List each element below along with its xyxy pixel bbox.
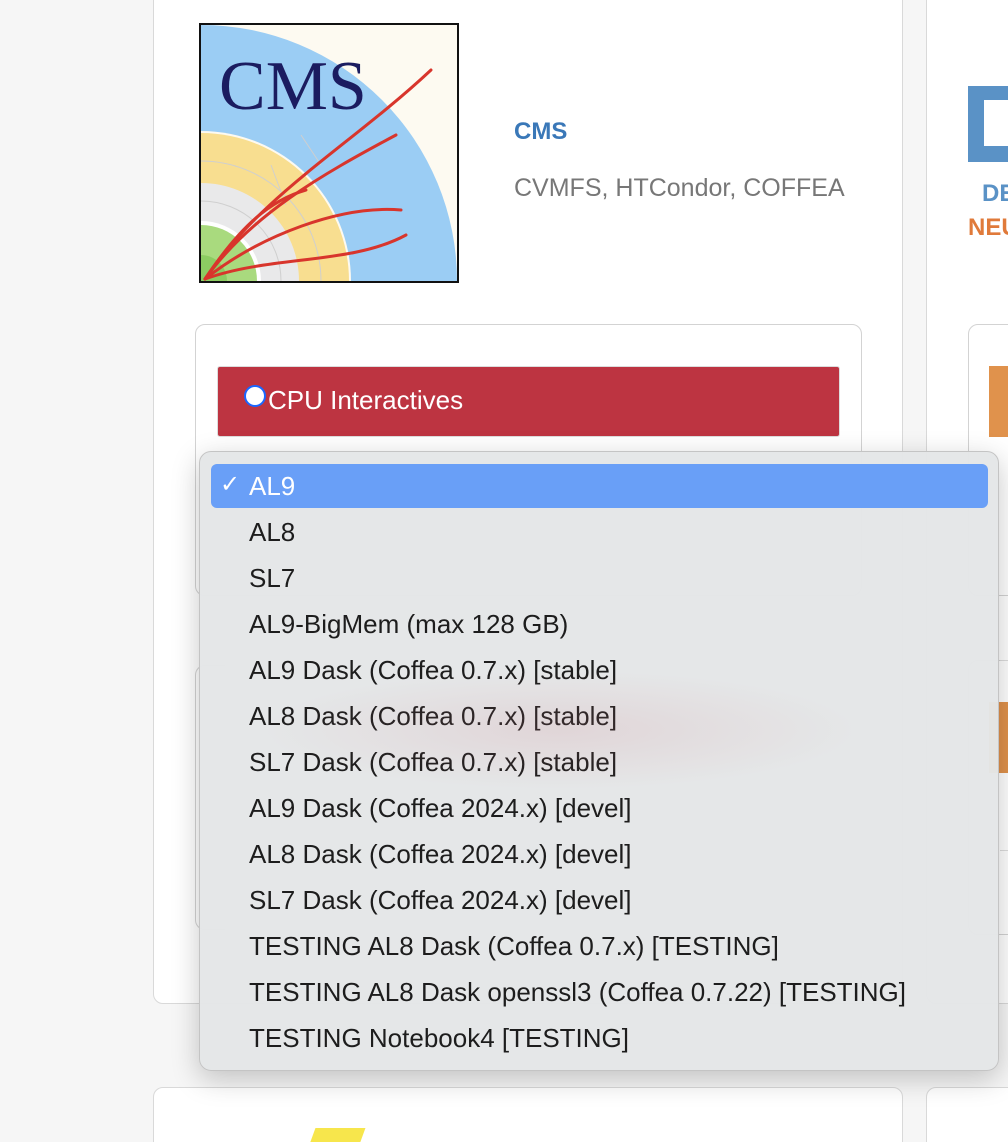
checkmark-icon: ✓ <box>220 470 241 498</box>
radio-button[interactable] <box>244 385 266 407</box>
experiment-card-bottom <box>153 1087 903 1142</box>
dropdown-option[interactable]: SL7 Dask (Coffea 0.7.x) [stable] <box>211 740 988 784</box>
image-select-dropdown[interactable]: ✓ AL9 AL8 SL7 AL9-BigMem (max 128 GB) AL9 Das… <box>199 451 999 1071</box>
cpu-interactives-label: CPU Interactives <box>268 385 464 415</box>
cms-logo-text: CMS <box>219 48 367 125</box>
dropdown-option[interactable]: SL7 <box>211 556 988 600</box>
dropdown-option[interactable]: AL9 Dask (Coffea 0.7.x) [stable] <box>211 648 988 692</box>
dropdown-option-label: TESTING Notebook4 [TESTING] <box>249 1023 629 1053</box>
cpu-interactives-option[interactable]: CPU Interactives <box>217 366 840 437</box>
neighbor-logo-text-2: NEU <box>968 214 1008 241</box>
dropdown-option-label: AL8 Dask (Coffea 2024.x) [devel] <box>249 839 632 869</box>
experiment-card-bottom-right <box>926 1087 1008 1142</box>
dropdown-option-label: AL9-BigMem (max 128 GB) <box>249 609 569 639</box>
dropdown-option[interactable]: TESTING Notebook4 [TESTING] <box>211 1016 988 1060</box>
dropdown-option[interactable]: SL7 Dask (Coffea 2024.x) [devel] <box>211 878 988 922</box>
dropdown-option-label: SL7 Dask (Coffea 0.7.x) [stable] <box>249 747 618 777</box>
cms-logo: CMS <box>199 23 459 283</box>
dropdown-option[interactable]: AL9-BigMem (max 128 GB) <box>211 602 988 646</box>
dropdown-option[interactable]: TESTING AL8 Dask (Coffea 0.7.x) [TESTING… <box>211 924 988 968</box>
dropdown-option[interactable]: AL8 Dask (Coffea 2024.x) [devel] <box>211 832 988 876</box>
dropdown-option[interactable]: AL8 Dask (Coffea 0.7.x) [stable] <box>211 694 988 738</box>
experiment-description: CVMFS, HTCondor, COFFEA <box>514 174 845 202</box>
dropdown-option-label: SL7 Dask (Coffea 2024.x) [devel] <box>249 885 632 915</box>
dropdown-option[interactable]: AL9 Dask (Coffea 2024.x) [devel] <box>211 786 988 830</box>
neighbor-logo <box>968 86 1008 162</box>
dropdown-option-label: AL9 Dask (Coffea 0.7.x) [stable] <box>249 655 618 685</box>
neighbor-logo-text-1: DE <box>982 180 1008 207</box>
divider <box>1000 660 1008 661</box>
dropdown-option-label: AL8 Dask (Coffea 0.7.x) [stable] <box>249 701 618 731</box>
page: CMS CMS CVMFS, HTCondor, COFFEA CPU Inte… <box>0 0 1008 1142</box>
experiment-name[interactable]: CMS <box>514 118 567 146</box>
divider <box>1000 850 1008 851</box>
dropdown-option[interactable]: ✓ AL9 <box>211 464 988 508</box>
dropdown-option-label: AL8 <box>249 517 296 547</box>
dropdown-option[interactable]: AL8 <box>211 510 988 554</box>
partial-logo-shape <box>304 1128 366 1142</box>
dropdown-option-label: AL9 Dask (Coffea 2024.x) [devel] <box>249 793 632 823</box>
dropdown-option-label: AL9 <box>249 471 296 501</box>
dropdown-option-label: TESTING AL8 Dask (Coffea 0.7.x) [TESTING… <box>249 931 779 961</box>
neighbor-option[interactable] <box>989 366 1008 437</box>
dropdown-option-label: SL7 <box>249 563 296 593</box>
dropdown-option-label: TESTING AL8 Dask openssl3 (Coffea 0.7.22… <box>249 977 907 1007</box>
dropdown-option[interactable]: TESTING AL8 Dask openssl3 (Coffea 0.7.22… <box>211 970 988 1014</box>
